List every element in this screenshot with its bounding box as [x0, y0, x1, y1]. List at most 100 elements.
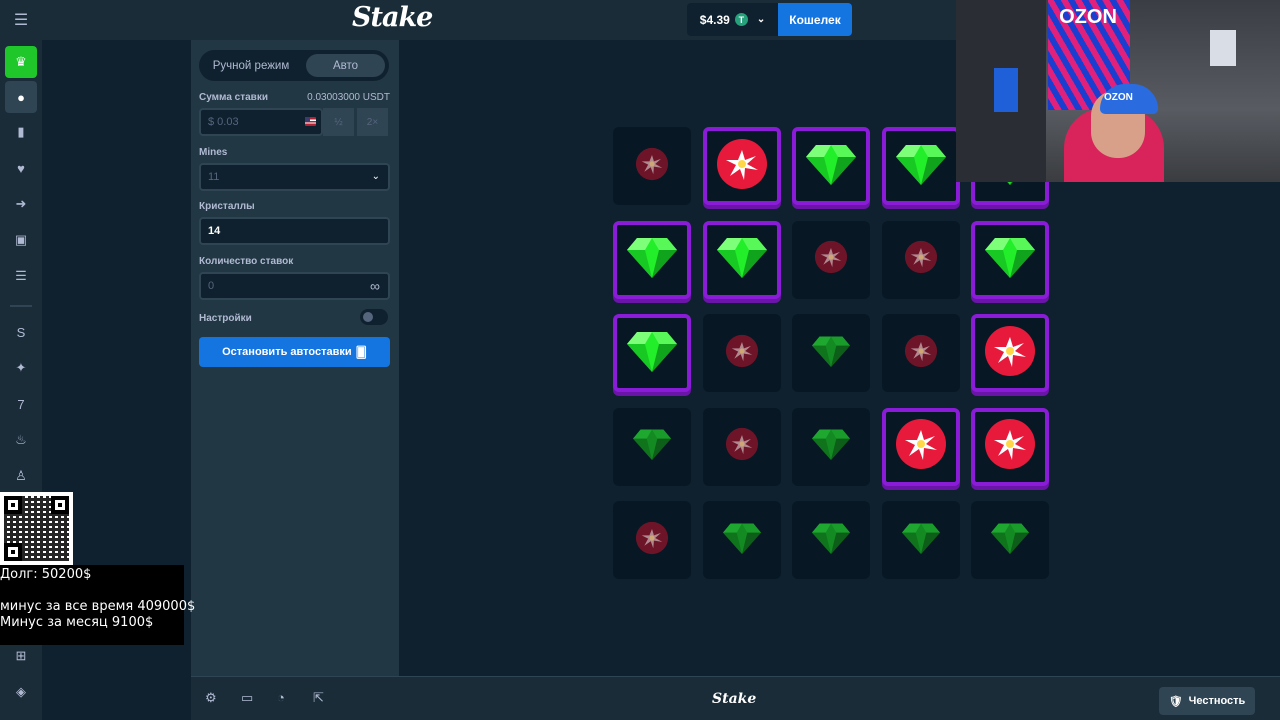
bookmark-icon[interactable]: ▮: [5, 116, 37, 148]
mines-value: 11: [208, 171, 220, 183]
stop-autobet-label: Остановить автоставки: [222, 346, 352, 358]
mine-tile[interactable]: [881, 314, 960, 392]
mines-select[interactable]: 11 ⌄: [199, 163, 390, 191]
gem-tile[interactable]: [702, 220, 781, 299]
gem-icon: [901, 522, 940, 559]
tab-manual[interactable]: Ручной режим: [204, 54, 298, 77]
tether-icon: T: [734, 13, 748, 26]
webcam-cap-text: OZON: [1104, 92, 1133, 103]
cards-icon[interactable]: ▣: [5, 224, 37, 256]
mine-tile[interactable]: [792, 220, 870, 299]
gem-tile[interactable]: [613, 407, 691, 486]
mine-tile[interactable]: [881, 220, 960, 299]
mine-tile[interactable]: [702, 314, 781, 392]
qr-code: [0, 492, 73, 565]
gem-tile[interactable]: [613, 220, 691, 299]
stream-overlay: Долг: 50200$ минус за все время 409000$ …: [0, 565, 195, 645]
balance-value: $4.39: [699, 12, 730, 27]
gem-icon: [895, 143, 946, 190]
bet-amount-input[interactable]: $ 0.03: [199, 108, 323, 136]
sparkle-icon[interactable]: ✦: [5, 352, 37, 384]
settings-toggle[interactable]: [360, 309, 388, 325]
stop-autobet-button[interactable]: Остановить автоставки 🂠: [199, 337, 390, 367]
list-icon[interactable]: ☰: [5, 260, 37, 292]
total-minus-text: минус за все время 409000$: [0, 599, 196, 614]
gem-tile[interactable]: [792, 407, 870, 486]
app-root: ☰ Stake $4.39 T ⌄ Кошелек ♛ ● ▮ ♥ ➜ ▣ ☰ …: [0, 0, 1280, 720]
stake-originals-icon[interactable]: S: [5, 316, 37, 348]
fire-icon[interactable]: ♨: [5, 424, 37, 456]
gem-icon: [716, 236, 767, 283]
gem-tile[interactable]: [792, 501, 870, 579]
mine-tile[interactable]: [613, 501, 691, 579]
mine-icon: [634, 146, 670, 187]
wallet-button[interactable]: Кошелек: [778, 3, 852, 36]
gem-tile[interactable]: [881, 127, 960, 205]
bets-count-label: Количество ставок: [199, 256, 294, 267]
game-icon[interactable]: ◈: [5, 676, 37, 708]
bet-panel: Ручной режим Авто Сумма ставки 0.0300300…: [191, 40, 399, 676]
gem-tile[interactable]: [881, 501, 960, 579]
half-button[interactable]: ½: [323, 108, 354, 136]
gem-tile[interactable]: [613, 314, 691, 392]
qr-corner: [51, 496, 69, 514]
mine-icon: [982, 416, 1038, 477]
crystals-input[interactable]: 14: [199, 217, 390, 245]
mine-tile[interactable]: [971, 314, 1049, 392]
mine-icon: [903, 239, 939, 280]
usd-flag-icon: [305, 117, 316, 126]
gem-icon: [633, 428, 671, 465]
fairness-button[interactable]: 🛡 Честность: [1159, 687, 1255, 715]
theater-mode-icon[interactable]: ▭: [241, 690, 253, 706]
game-footer: ⚙ ▭ ◔ ⇱ Stake 🛡 Честность: [191, 676, 1280, 720]
mine-icon: [724, 426, 760, 467]
stake-logo[interactable]: Stake: [352, 2, 433, 33]
gem-icon: [991, 522, 1029, 559]
seven-icon[interactable]: 7: [5, 388, 37, 420]
casino-icon[interactable]: ♛: [5, 46, 37, 78]
bets-count-input[interactable]: 0 ∞: [199, 272, 390, 300]
bet-amount-label: Сумма ставки: [199, 92, 268, 103]
webcam-poster: [994, 68, 1018, 112]
chevron-down-icon: ⌄: [371, 171, 380, 182]
gem-icon: [985, 236, 1035, 283]
qr-corner: [4, 543, 22, 561]
bet-amount-usdt: 0.03003000 USDT: [307, 92, 390, 103]
settings-label: Настройки: [199, 313, 252, 324]
balance-dropdown[interactable]: $4.39 T ⌄: [687, 3, 778, 36]
heart-icon[interactable]: ♥: [5, 152, 37, 184]
mine-tile[interactable]: [702, 127, 781, 205]
gem-tile[interactable]: [702, 501, 781, 579]
sports-icon[interactable]: ●: [5, 81, 37, 113]
crystals-value: 14: [208, 225, 221, 237]
stats-icon[interactable]: ◔: [277, 690, 285, 705]
gem-icon: [806, 143, 856, 190]
bets-count-value: 0: [208, 280, 215, 292]
gem-icon: [627, 236, 677, 283]
month-minus-text: Минус за месяц 9100$: [0, 615, 154, 630]
mode-toggle: Ручной режим Авто: [199, 50, 389, 81]
infinity-icon[interactable]: ∞: [370, 278, 380, 294]
toggle-knob: [363, 312, 373, 322]
mine-tile[interactable]: [702, 407, 781, 486]
gem-tile[interactable]: [792, 127, 870, 205]
double-button[interactable]: 2×: [357, 108, 388, 136]
mine-icon: [634, 520, 670, 561]
footer-logo: Stake: [712, 691, 757, 707]
mine-tile[interactable]: [613, 127, 691, 205]
popout-icon[interactable]: ⇱: [313, 690, 324, 706]
qr-corner: [4, 496, 22, 514]
mine-icon: [813, 239, 849, 280]
mine-tile[interactable]: [971, 407, 1049, 486]
arrow-right-icon[interactable]: ➜: [5, 188, 37, 220]
mine-tile[interactable]: [881, 407, 960, 486]
gem-tile[interactable]: [971, 220, 1049, 299]
settings-icon[interactable]: ⚙: [205, 690, 217, 706]
mine-icon: [982, 323, 1038, 384]
shirt-icon[interactable]: ♙: [5, 460, 37, 492]
menu-icon[interactable]: ☰: [0, 0, 42, 40]
tab-auto[interactable]: Авто: [306, 54, 385, 77]
gem-tile[interactable]: [971, 501, 1049, 579]
gem-tile[interactable]: [792, 314, 870, 392]
gem-icon: [812, 522, 850, 559]
